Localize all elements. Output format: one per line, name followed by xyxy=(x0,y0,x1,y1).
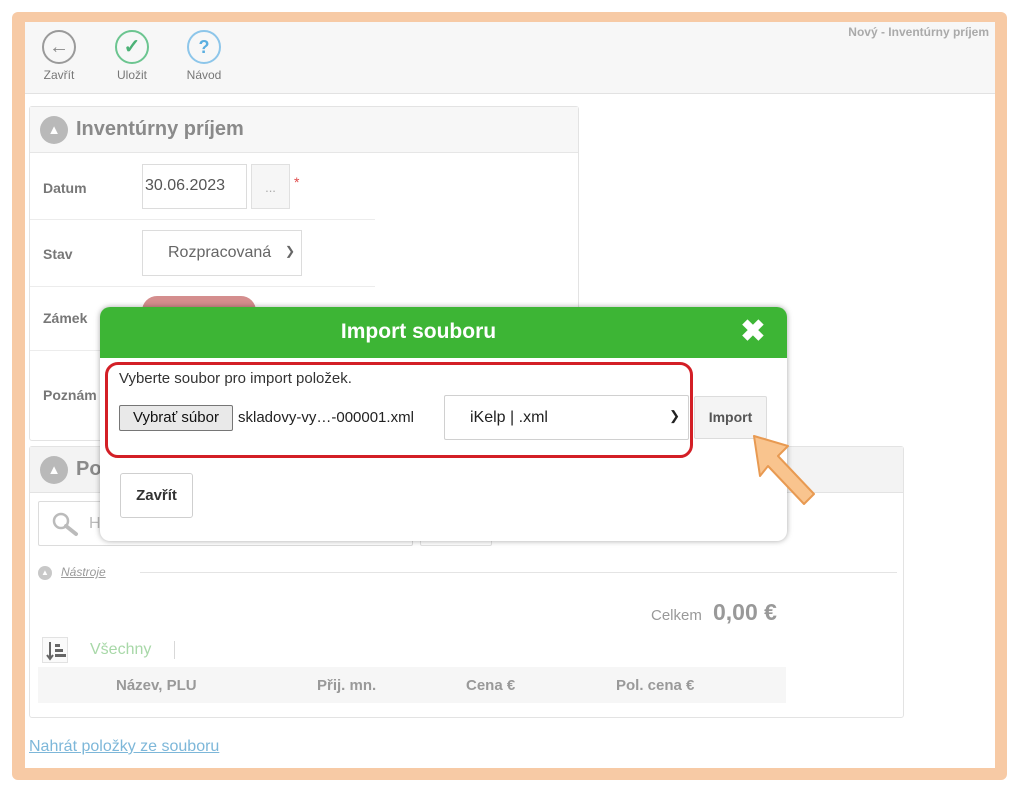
date-label: Datum xyxy=(43,180,87,196)
save-button[interactable]: ✓ Uložit xyxy=(108,30,156,82)
column-header[interactable]: Cena € xyxy=(466,677,515,694)
arrow-pointer-icon xyxy=(753,435,815,505)
row-divider xyxy=(30,219,375,220)
status-select[interactable]: Rozpracovaná ❯ xyxy=(142,230,302,276)
highlight-annotation xyxy=(105,362,693,458)
sort-icon[interactable] xyxy=(42,637,68,663)
chevron-down-icon: ❯ xyxy=(284,244,295,258)
page-title: Nový - Inventúrny príjem xyxy=(848,25,989,39)
status-value: Rozpracovaná xyxy=(168,244,272,261)
required-mark: * xyxy=(294,174,300,190)
filter-all[interactable]: Všechny xyxy=(90,641,151,659)
column-header[interactable]: Název, PLU xyxy=(116,677,197,694)
search-placeholder: H xyxy=(89,515,101,532)
section-title: Inventúrny príjem xyxy=(76,118,244,140)
close-toolbar-button[interactable]: ← Zavřít xyxy=(35,30,83,82)
status-label: Stav xyxy=(43,246,73,262)
arrow-left-icon: ← xyxy=(42,30,76,64)
close-icon[interactable]: ✖ xyxy=(739,317,767,347)
dialog-header: Import souboru ✖ xyxy=(100,307,787,358)
tools-link[interactable]: Nástroje xyxy=(61,565,106,579)
close-toolbar-label: Zavřít xyxy=(43,68,75,82)
help-label: Návod xyxy=(186,68,222,82)
toolbar: ← Zavřít ✓ Uložit ? Návod Nový - Inventú… xyxy=(25,22,995,94)
column-header[interactable]: Pol. cena € xyxy=(616,677,694,694)
inventory-receipt-header[interactable]: ▲ Inventúrny príjem xyxy=(30,107,578,153)
divider xyxy=(140,572,897,573)
table-header: Název, PLU Přij. mn. Cena € Pol. cena € xyxy=(38,667,786,703)
lock-label: Zámek xyxy=(43,310,88,326)
question-icon: ? xyxy=(187,30,221,64)
dialog-title: Import souboru xyxy=(340,320,497,343)
total-label: Celkem xyxy=(651,607,702,624)
row-divider xyxy=(30,286,375,287)
help-button[interactable]: ? Návod xyxy=(180,30,228,82)
filter-separator xyxy=(174,641,175,659)
search-icon xyxy=(52,512,78,536)
sort-glyph xyxy=(46,642,66,661)
column-header[interactable]: Přij. mn. xyxy=(317,677,376,694)
note-label: Poznám xyxy=(43,387,97,403)
upload-items-link[interactable]: Nahrát položky ze souboru xyxy=(29,738,219,756)
total-value: 0,00 € xyxy=(713,599,777,625)
chevron-up-icon[interactable]: ▲ xyxy=(40,456,68,484)
dialog-close-button[interactable]: Zavřít xyxy=(120,473,193,518)
check-icon: ✓ xyxy=(115,30,149,64)
items-title: Po xyxy=(76,458,102,480)
chevron-up-icon[interactable]: ▲ xyxy=(40,116,68,144)
save-label: Uložit xyxy=(116,68,147,82)
date-input[interactable]: 30.06.2023 xyxy=(142,164,247,209)
date-picker-button[interactable]: ... xyxy=(251,164,290,209)
chevron-up-icon[interactable]: ▲ xyxy=(38,566,52,580)
